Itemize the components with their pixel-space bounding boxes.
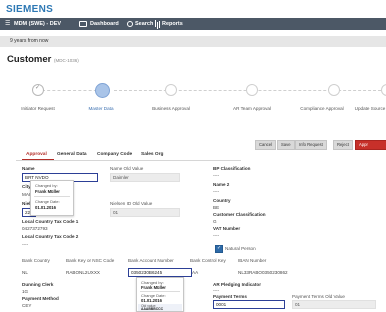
progress-track-done [42, 90, 102, 91]
search-link[interactable]: Search [135, 18, 153, 30]
customer-classification-label: Customer Classification [213, 212, 266, 217]
bank-popover-old-value: AAABBBCCC [141, 307, 164, 311]
bank-country-value: NL [22, 270, 28, 275]
ar-pledging-label: AR Pledging Indicator [213, 282, 261, 287]
payment-terms-old-value-label: Payment Terms Old Value [292, 294, 345, 299]
siemens-logo: SIEMENS [6, 4, 54, 15]
step-label-master-data: Master Data [88, 106, 114, 111]
search-icon [127, 21, 133, 27]
bank-account-header: Bank Account Number [128, 258, 174, 263]
top-navigation-bar: ☰ MDM (SWE) - DEV Dashboard Search Repor… [0, 18, 386, 30]
payment-terms-label: Payment Terms [213, 294, 247, 299]
reports-link[interactable]: Reports [162, 18, 183, 30]
bank-key-header: Bank Key or NSC Code [66, 258, 115, 263]
tab-divider [16, 160, 241, 161]
popover-changed-by-value: Frank Müller [35, 189, 60, 194]
info-band-text: 9 years from now [10, 38, 49, 44]
bank-account-input[interactable]: 0350230B6245 [128, 268, 192, 277]
dashboard-link[interactable]: Dashboard [90, 18, 119, 30]
step-ar-team-approval[interactable] [246, 84, 258, 96]
bp-classification-label: BP Classification [213, 166, 251, 171]
popover-change-date-label: Change Date: [35, 199, 60, 204]
dunning-clerk-value: 1G [22, 289, 29, 294]
local-tax-2-label: Local Country Tax Code 2 [22, 234, 79, 239]
tab-approval[interactable]: Approval [26, 152, 47, 157]
approve-button[interactable]: Appr [355, 140, 386, 150]
bar-chart-icon [155, 20, 156, 27]
country-value: BE [213, 205, 220, 210]
bank-country-header: Bank Country [22, 258, 50, 263]
popover-separator [34, 196, 70, 197]
iban-value: NL33RABO0350230862 [238, 270, 288, 275]
vat-number-value: ---- [213, 233, 220, 238]
step-label-business: Business Approval [152, 106, 190, 111]
name-2-value: ---- [213, 189, 220, 194]
name-old-value-label: Name Old Value [110, 166, 144, 171]
name-old-value-field: Daimler [110, 173, 180, 182]
name-change-popover: Changed by: Frank Müller Change Date: 01… [30, 180, 74, 216]
name-label: Name [22, 166, 35, 171]
payment-terms-input[interactable]: 0001 [213, 300, 285, 309]
name-2-label: Name 2 [213, 182, 230, 187]
local-tax-1-label: Local Country Tax Code 1 [22, 219, 79, 224]
step-update-source[interactable] [381, 84, 386, 96]
natural-person-checkbox[interactable] [215, 245, 223, 253]
step-label-compliance: Compliance Approval [300, 106, 344, 111]
step-label-update-source: Update Source [354, 106, 386, 111]
payment-method-label: Payment Method [22, 296, 59, 301]
country-label: Country [213, 198, 231, 203]
vat-number-label: VAT Number [213, 226, 241, 231]
tab-sales-org[interactable]: Sales Org [141, 152, 163, 157]
step-business-approval[interactable] [165, 84, 177, 96]
bank-account-change-popover: Changed by: Frank Müller Change Date: 01… [136, 277, 184, 312]
info-request-button[interactable]: Info Request [295, 140, 327, 150]
bank-popover-changed-by-value: Frank Müller [141, 285, 166, 290]
natural-person-label: Natural Person [225, 246, 256, 251]
check-icon: ✓ [35, 85, 41, 91]
local-tax-2-value: ---- [22, 242, 29, 247]
city-value: MAI [22, 192, 31, 197]
page-title-text: Customer [7, 54, 52, 65]
bank-key-value: RABONL2UXXX [66, 270, 100, 275]
bank-control-key-header: Bank Control Key [190, 258, 226, 263]
tab-company-code[interactable]: Company Code [97, 152, 132, 157]
request-id: (MDC-1036) [53, 58, 79, 63]
cancel-button[interactable]: Cancel [255, 140, 277, 150]
page-title: Customer (MDC-1036) [7, 54, 79, 65]
info-band: 9 years from now [0, 36, 386, 47]
system-selector[interactable]: MDM (SWE) - DEV [14, 18, 61, 30]
customer-classification-value: G [213, 219, 217, 224]
payment-method-value: CEY [22, 303, 32, 308]
step-initiator-request[interactable]: ✓ [32, 84, 44, 96]
menu-icon[interactable]: ☰ [5, 18, 10, 30]
step-label-ar-team: AR Team Approval [233, 106, 271, 111]
payment-terms-old-value-field: 01 [292, 300, 376, 309]
bank-control-key-value: AA [192, 270, 199, 275]
ar-pledging-value: ---- [213, 288, 220, 293]
save-button[interactable]: Save [277, 140, 295, 150]
monitor-icon [79, 21, 87, 27]
local-tax-1-value: 0427372793 [22, 226, 48, 231]
dunning-clerk-label: Dunning Clerk [22, 282, 54, 287]
bank-popover-change-date-value: 01.01.2016 [141, 298, 162, 303]
reject-button[interactable]: Reject [333, 140, 353, 150]
step-master-data[interactable] [95, 83, 110, 98]
tab-general-data[interactable]: General Data [57, 152, 87, 157]
bp-classification-value: ---- [213, 173, 220, 178]
nielsen-old-value-label: Nielsen ID Old Value [110, 201, 153, 206]
nielsen-old-value-field: 01 [110, 208, 180, 217]
popover-changed-by-label: Changed by: [35, 183, 58, 188]
bank-popover-separator [140, 291, 180, 292]
step-compliance-approval[interactable] [328, 84, 340, 96]
popover-change-date-value: 01.01.2016 [35, 205, 56, 210]
iban-header: IBAN Number [238, 258, 267, 263]
step-label-initiator: Initiator Request [21, 106, 55, 111]
